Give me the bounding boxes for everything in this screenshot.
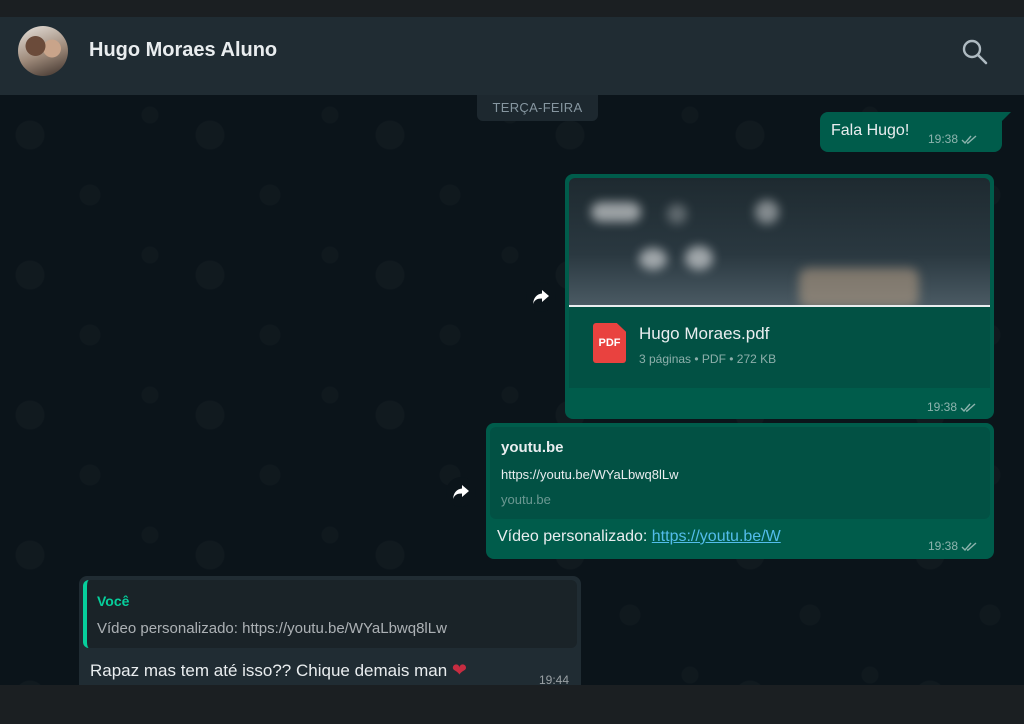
heart-emoji: ❤ (451, 660, 468, 680)
link-preview-title: youtu.be (501, 439, 564, 456)
message-meta: 19:38 (928, 539, 978, 553)
message-text: Fala Hugo! (831, 122, 910, 139)
window-bottom-bar (0, 685, 1024, 724)
quoted-message[interactable]: Você Vídeo personalizado: https://youtu.… (83, 580, 577, 648)
message-text: Rapaz mas tem até isso?? Chique demais m… (90, 660, 467, 681)
message-time: 19:38 (928, 132, 959, 146)
message-time: 19:38 (927, 400, 958, 414)
contact-name[interactable]: Hugo Moraes Aluno (89, 39, 277, 62)
link-preview[interactable]: youtu.be https://youtu.be/WYaLbwq8lLw yo… (490, 427, 990, 519)
message-list[interactable]: TERÇA-FEIRA Fala Hugo! 19:38 PDF Hugo Mo… (0, 95, 1024, 685)
message-meta: 19:44 (539, 673, 569, 685)
quoted-text: Vídeo personalizado: https://youtu.be/WY… (97, 620, 447, 637)
link-preview-domain: youtu.be (501, 492, 551, 507)
document-info[interactable]: PDF Hugo Moraes.pdf 3 páginas • PDF • 27… (569, 305, 990, 388)
message-incoming-reply[interactable]: Você Vídeo personalizado: https://youtu.… (79, 576, 581, 685)
preview-blur (685, 246, 713, 270)
reply-body: Rapaz mas tem até isso?? Chique demais m… (90, 661, 448, 680)
preview-blur (755, 200, 779, 224)
chat-header: Hugo Moraes Aluno (0, 17, 1024, 95)
document-name: Hugo Moraes.pdf (639, 324, 770, 343)
contact-avatar[interactable] (18, 26, 68, 76)
message-time: 19:44 (539, 673, 570, 685)
quoted-author: Você (97, 593, 130, 609)
document-details: 3 páginas • PDF • 272 KB (639, 352, 777, 366)
forward-icon[interactable] (446, 477, 476, 507)
search-icon[interactable] (960, 37, 990, 67)
document-preview[interactable] (569, 178, 990, 305)
message-time: 19:38 (928, 539, 959, 553)
pdf-file-icon: PDF (593, 323, 626, 363)
preview-blur (639, 248, 667, 270)
whatsapp-window: Hugo Moraes Aluno TERÇA-FEIRA Fala Hugo!… (0, 17, 1024, 685)
preview-blur (667, 204, 687, 224)
message-link[interactable]: https://youtu.be/W (652, 528, 781, 545)
link-preview-url: https://youtu.be/WYaLbwq8lLw (501, 467, 679, 482)
preview-blur (799, 268, 919, 305)
message-meta: 19:38 (928, 132, 978, 146)
message-text: Vídeo personalizado: https://youtu.be/W (497, 528, 781, 546)
message-meta: 19:38 (927, 400, 977, 414)
message-outgoing-text[interactable]: Fala Hugo! 19:38 (820, 112, 1011, 152)
double-check-icon (960, 402, 976, 412)
double-check-icon (961, 541, 977, 551)
message-outgoing-link[interactable]: youtu.be https://youtu.be/WYaLbwq8lLw yo… (486, 423, 994, 559)
message-text-prefix: Vídeo personalizado: (497, 528, 652, 545)
double-check-icon (961, 134, 977, 144)
preview-blur (591, 202, 641, 222)
message-outgoing-document[interactable]: PDF Hugo Moraes.pdf 3 páginas • PDF • 27… (565, 174, 994, 419)
day-separator: TERÇA-FEIRA (477, 95, 598, 121)
forward-icon[interactable] (526, 282, 556, 312)
bubble-tail (1001, 112, 1011, 122)
